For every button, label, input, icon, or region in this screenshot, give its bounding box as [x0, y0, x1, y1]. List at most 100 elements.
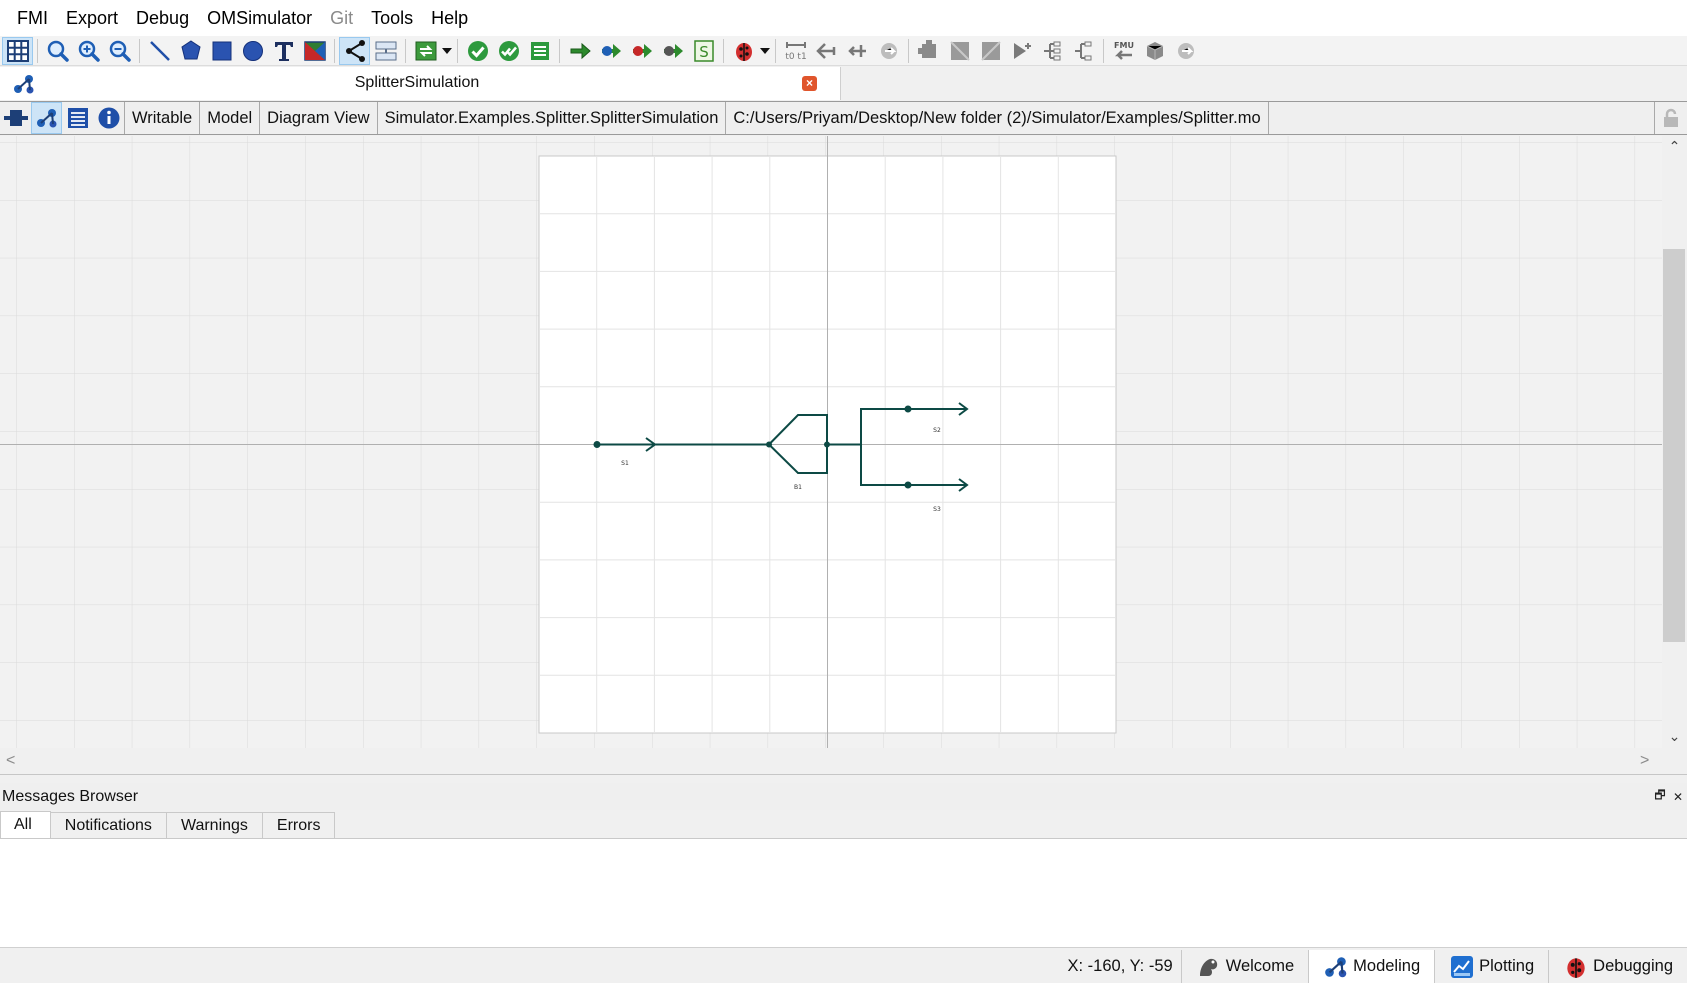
- tab-notifications[interactable]: Notifications: [49, 812, 167, 838]
- gear-arrow-icon: [880, 42, 897, 59]
- close-tab-button[interactable]: ×: [802, 76, 817, 91]
- simulate-with-transformational-debugger-icon: [601, 43, 621, 58]
- scroll-right-button[interactable]: >: [1640, 752, 1649, 770]
- step-back-button[interactable]: [811, 37, 842, 65]
- connect-mode-button[interactable]: [339, 36, 370, 65]
- toolbar-separator: [1103, 38, 1104, 63]
- menu-fmi[interactable]: FMI: [8, 0, 57, 36]
- lock-icon: [1664, 108, 1678, 127]
- rectangle-tool-button[interactable]: [206, 37, 237, 65]
- fast-forward-button[interactable]: [873, 37, 904, 65]
- document-tab-bar: SplitterSimulation ×: [0, 67, 1687, 100]
- check-model-icon: [467, 40, 488, 61]
- debug-dropdown[interactable]: [759, 37, 771, 65]
- chevron-down-icon: [760, 47, 770, 54]
- step-to-button[interactable]: [842, 37, 873, 65]
- welcome-perspective-button[interactable]: Welcome: [1180, 950, 1308, 983]
- scroll-left-button[interactable]: <: [6, 752, 15, 770]
- vertical-scroll-thumb[interactable]: [1663, 249, 1685, 642]
- scroll-down-button[interactable]: ⌄: [1662, 728, 1687, 748]
- menu-export[interactable]: Export: [57, 0, 127, 36]
- component-label-b1: B1: [794, 484, 802, 491]
- plotting-perspective-button[interactable]: Plotting: [1434, 950, 1548, 983]
- add-connector-button[interactable]: [1006, 37, 1037, 65]
- debugging-perspective-button[interactable]: Debugging: [1548, 950, 1687, 983]
- float-panel-button[interactable]: 🗗: [1651, 786, 1669, 807]
- simulate-button[interactable]: [564, 37, 595, 65]
- rectangle-icon: [212, 41, 231, 60]
- lock-button[interactable]: [1654, 102, 1687, 134]
- debug-configurations-button[interactable]: [728, 37, 759, 65]
- cursor-coordinates: X: -160, Y: -59: [1067, 957, 1173, 975]
- vertical-scrollbar[interactable]: ⌃ ⌄: [1662, 136, 1687, 748]
- plotting-icon: [1451, 955, 1474, 978]
- add-tlm-bus-button[interactable]: [975, 37, 1006, 65]
- add-output-button[interactable]: [1068, 37, 1099, 65]
- square-gray-icon: [949, 40, 970, 61]
- polygon-tool-button[interactable]: [175, 37, 206, 65]
- info-icon: [98, 107, 119, 129]
- fmu-import-button[interactable]: FMU: [1108, 37, 1139, 65]
- polygon-icon: [180, 39, 201, 59]
- plugin-icon: [917, 39, 936, 58]
- text-tool-button[interactable]: [268, 37, 299, 65]
- icon-view-button[interactable]: [0, 102, 31, 134]
- simulation-setup-icon: S: [693, 39, 714, 62]
- simulate-transformational-debugger-button[interactable]: [595, 37, 626, 65]
- simulate-with-animation-icon: [663, 43, 683, 58]
- simulation-params-dropdown[interactable]: [441, 37, 453, 65]
- menu-help[interactable]: Help: [422, 0, 477, 36]
- file-path-label: C:/Users/Priyam/Desktop/New folder (2)/S…: [725, 102, 1267, 134]
- simulation-params-button[interactable]: [410, 37, 441, 65]
- diagram-view-button[interactable]: [31, 102, 62, 134]
- transition-mode-button[interactable]: [370, 37, 401, 65]
- check-all-models-icon: [498, 40, 519, 61]
- debug-icon: [1567, 957, 1585, 978]
- ellipse-tool-button[interactable]: [237, 37, 268, 65]
- add-input-button[interactable]: [1037, 37, 1068, 65]
- simulation-setup-button[interactable]: S: [688, 37, 719, 65]
- modeling-perspective-button[interactable]: Modeling: [1308, 950, 1435, 983]
- main-toolbar: S t0 t1 FMU: [0, 36, 1687, 66]
- line-tool-button[interactable]: [144, 37, 175, 65]
- grid-toggle-button[interactable]: [2, 36, 33, 65]
- menu-tools[interactable]: Tools: [362, 0, 422, 36]
- toolbar-separator: [457, 38, 458, 63]
- toolbar-separator: [334, 38, 335, 63]
- diagram-canvas[interactable]: S1 B1 S2 S3: [0, 136, 1662, 748]
- gear-arrow-icon: [1177, 42, 1194, 59]
- check-model-button[interactable]: [462, 37, 493, 65]
- view-label: Diagram View: [259, 102, 376, 134]
- scroll-up-button[interactable]: ⌃: [1662, 138, 1687, 158]
- check-all-models-button[interactable]: [493, 37, 524, 65]
- instantiate-model-button[interactable]: [524, 37, 555, 65]
- messages-list[interactable]: [0, 838, 1687, 948]
- documentation-view-button[interactable]: [93, 102, 124, 134]
- menu-omsimulator[interactable]: OMSimulator: [198, 0, 321, 36]
- zoom-fit-button[interactable]: [42, 37, 73, 65]
- tab-errors[interactable]: Errors: [261, 812, 336, 838]
- horizontal-scrollbar[interactable]: < >: [0, 748, 1687, 775]
- simulate-algorithmic-debugger-button[interactable]: [626, 37, 657, 65]
- text-view-button[interactable]: [62, 102, 93, 134]
- tab-all[interactable]: All: [0, 811, 51, 838]
- debug-configurations-icon: [735, 42, 752, 61]
- zoom-out-button[interactable]: [104, 37, 135, 65]
- add-submodel-button[interactable]: [913, 37, 944, 65]
- simulate-with-animation-button[interactable]: [657, 37, 688, 65]
- menu-git[interactable]: Git: [321, 0, 362, 36]
- add-bus-button[interactable]: [944, 37, 975, 65]
- settings-arrow-button[interactable]: [1170, 37, 1201, 65]
- simulation-params-icon: [415, 41, 436, 60]
- connect-mode-icon: [345, 39, 365, 62]
- cube-button[interactable]: [1139, 37, 1170, 65]
- zoom-in-button[interactable]: [73, 37, 104, 65]
- time-range-button[interactable]: t0 t1: [780, 37, 811, 65]
- document-tab-splittersimulation[interactable]: SplitterSimulation ×: [0, 67, 841, 100]
- line-icon: [149, 40, 170, 61]
- model-icon: [36, 109, 56, 128]
- bitmap-tool-button[interactable]: [299, 37, 330, 65]
- menu-debug[interactable]: Debug: [127, 0, 198, 36]
- close-panel-button[interactable]: ✕: [1669, 790, 1687, 804]
- tab-warnings[interactable]: Warnings: [165, 812, 263, 838]
